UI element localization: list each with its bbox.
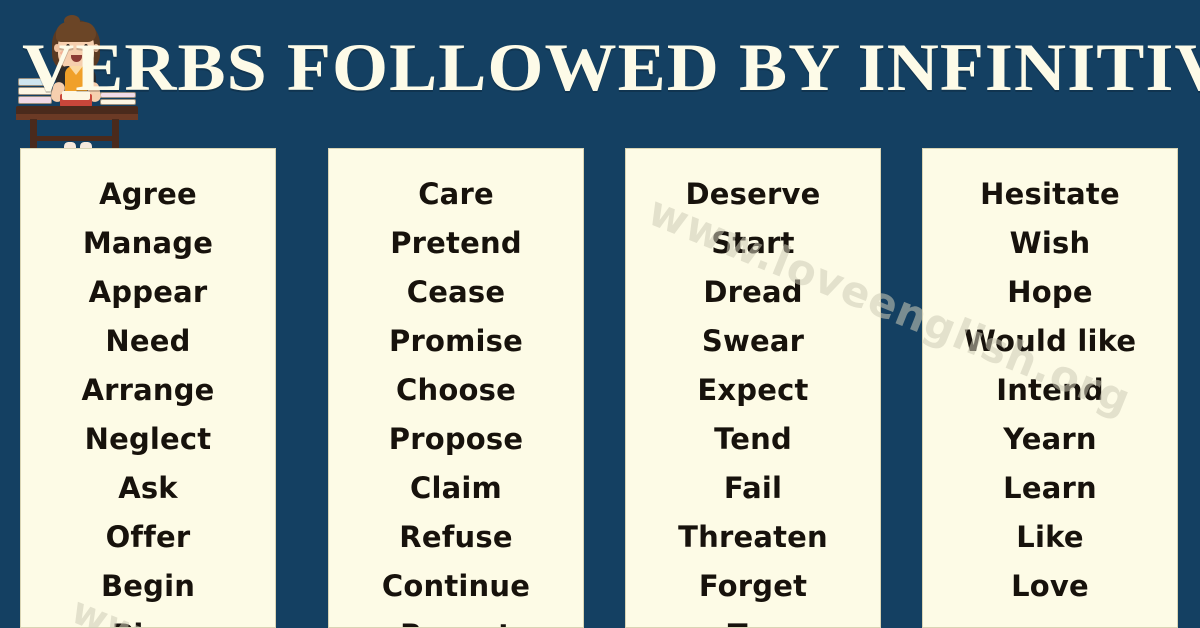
list-item: Intend [996,373,1104,407]
list-item: Begin [100,569,196,603]
list-item: Dread [703,275,803,309]
list-item: Offer [105,520,191,554]
word-column-2: Care Pretend Cease Promise Choose Propos… [328,148,584,628]
list-item: Care [418,177,494,211]
list-item: Threaten [678,520,828,554]
list-item: Learn [1003,471,1097,505]
list-item: Neglect [84,422,212,456]
word-column-4: Hesitate Wish Hope Would like Intend Yea… [922,148,1178,628]
list-item: Fail [723,471,783,505]
list-item: Regret [329,611,583,627]
list-item: Appear [88,275,208,309]
word-list-2: Care Pretend Cease Promise Choose Propos… [329,149,583,627]
list-item: Pretend [390,226,522,260]
list-item: Promise [389,324,523,358]
list-item: Expect [697,373,809,407]
desk-brace [30,136,119,141]
list-item: Plan [21,611,275,627]
list-item: Ask [118,471,178,505]
list-item: Like [1016,520,1084,554]
list-item: Need [105,324,191,358]
list-item: Yearn [1003,422,1097,456]
word-columns: Agree Manage Appear Need Arrange Neglect… [0,148,1200,628]
page-title: VERBS FOLLOWED BY INFINITIVES [22,28,1200,105]
list-item: Hesitate [980,177,1120,211]
word-column-3: Deserve Start Dread Swear Expect Tend Fa… [625,148,881,628]
infographic-poster: VERBS FOLLOWED BY INFINITIVES Agree Mana… [0,0,1200,628]
list-item: Start [711,226,795,260]
list-item: Continue [381,569,531,603]
word-column-1: Agree Manage Appear Need Arrange Neglect… [20,148,276,628]
poster-header: VERBS FOLLOWED BY INFINITIVES [0,0,1200,158]
list-item: Choose [396,373,516,407]
word-list-1: Agree Manage Appear Need Arrange Neglect… [21,149,275,627]
list-item: Cease [406,275,506,309]
list-item: Swear [701,324,805,358]
list-item: Refuse [399,520,513,554]
word-list-3: Deserve Start Dread Swear Expect Tend Fa… [626,149,880,627]
list-item: Arrange [81,373,215,407]
list-item: Agree [99,177,197,211]
list-item: Propose [388,422,524,456]
list-item: Manage [82,226,214,260]
list-item: Claim [410,471,502,505]
list-item: Hope [1007,275,1093,309]
list-item: Tend [714,422,792,456]
list-item: Forget [698,569,808,603]
list-item: Deserve [685,177,821,211]
list-item: Would like [963,324,1137,358]
list-item: Try [626,611,880,627]
list-item: Wish [1009,226,1091,260]
word-list-4: Hesitate Wish Hope Would like Intend Yea… [923,149,1177,611]
list-item: Love [1011,569,1089,603]
